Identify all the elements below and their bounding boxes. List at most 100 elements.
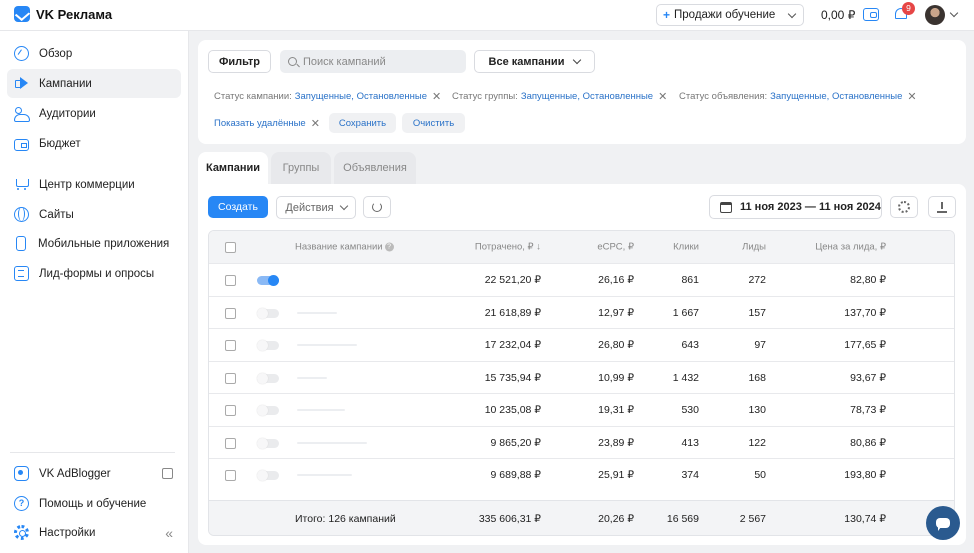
tab-campaigns[interactable]: Кампании	[198, 152, 268, 184]
row-checkbox[interactable]	[225, 372, 236, 384]
sidebar-item-adblogger[interactable]: VK AdBlogger	[7, 459, 181, 488]
campaign-toggle[interactable]	[257, 372, 279, 384]
total-spent: 335 606,31 ₽	[478, 513, 541, 525]
date-range-picker[interactable]: 11 ноя 2023 — 11 ноя 2024	[709, 195, 882, 219]
cell-ecpc: 25,91 ₽	[598, 469, 634, 481]
tab-groups[interactable]: Группы	[271, 152, 331, 184]
sidebar-item-lead-forms[interactable]: Лид-формы и опросы	[7, 259, 181, 288]
table-row[interactable]: 10 235,08 ₽ 19,31 ₽ 530 130 78,73 ₽	[209, 393, 954, 426]
create-button[interactable]: Создать	[208, 196, 268, 218]
campaign-toggle[interactable]	[257, 340, 279, 351]
column-header-spent[interactable]: Потрачено, ₽ ↓	[475, 242, 541, 253]
cell-clicks: 861	[681, 274, 699, 286]
campaign-name-redacted[interactable]	[297, 474, 352, 476]
row-checkbox[interactable]	[225, 437, 236, 449]
campaign-name-redacted[interactable]	[297, 409, 345, 411]
clear-filter-button[interactable]: Очистить	[402, 113, 465, 133]
campaign-scope-select[interactable]: Все кампании	[474, 50, 595, 73]
close-icon[interactable]: ✕	[658, 90, 667, 103]
sidebar-item-help[interactable]: ? Помощь и обучение	[7, 489, 181, 518]
sidebar-item-label: Обзор	[39, 47, 73, 60]
chevron-down-icon[interactable]	[949, 8, 959, 18]
account-selector[interactable]: + Продажи обучение	[656, 4, 804, 26]
search-input[interactable]: Поиск кампаний	[280, 50, 466, 73]
cell-ecpc: 26,80 ₽	[598, 339, 634, 351]
sidebar-item-label: VK AdBlogger	[39, 467, 111, 480]
sidebar-item-campaigns[interactable]: Кампании	[7, 69, 181, 98]
save-filter-button[interactable]: Сохранить	[329, 113, 396, 133]
row-checkbox[interactable]	[225, 307, 236, 319]
campaign-name-redacted[interactable]	[297, 376, 327, 379]
form-icon	[14, 266, 29, 281]
sidebar-divider	[10, 452, 175, 453]
table-row[interactable]: 9 689,88 ₽ 25,91 ₽ 374 50 193,80 ₽	[209, 458, 954, 491]
sidebar-item-overview[interactable]: Обзор	[7, 39, 181, 68]
campaign-toggle[interactable]	[257, 470, 279, 481]
balance[interactable]: 0,00 ₽	[821, 8, 855, 22]
chevron-down-icon	[573, 55, 582, 65]
campaign-name-redacted[interactable]	[297, 441, 367, 444]
cell-cpl: 177,65 ₽	[844, 339, 886, 351]
avatar[interactable]	[925, 5, 945, 25]
cart-icon	[14, 177, 29, 192]
megaphone-icon	[14, 76, 29, 91]
sidebar-item-audiences[interactable]: Аудитории	[7, 99, 181, 128]
sidebar-item-budget[interactable]: Бюджет	[7, 129, 181, 158]
sidebar-item-sites[interactable]: Сайты	[7, 200, 181, 229]
logo[interactable]: VK Реклама	[14, 6, 112, 22]
cell-cpl: 82,80 ₽	[850, 274, 886, 286]
sidebar-item-label: Центр коммерции	[39, 178, 135, 191]
close-icon[interactable]: ✕	[432, 90, 441, 103]
cell-ecpc: 12,97 ₽	[598, 306, 634, 319]
actions-dropdown[interactable]: Действия	[276, 196, 356, 219]
cell-spent: 10 235,08 ₽	[484, 404, 541, 416]
help-icon[interactable]: ?	[384, 242, 394, 252]
filter-chip-show-deleted[interactable]: Показать удалённые ✕	[214, 117, 320, 130]
sidebar-item-label: Кампании	[39, 77, 92, 90]
close-icon[interactable]: ✕	[311, 117, 320, 130]
campaign-name-redacted[interactable]	[297, 311, 337, 314]
cell-ecpc: 26,16 ₽	[598, 274, 634, 286]
wallet-icon[interactable]	[863, 8, 879, 21]
support-chat-button[interactable]	[926, 506, 960, 540]
vk-ads-logo-icon	[14, 6, 30, 22]
campaign-name-redacted[interactable]	[297, 344, 357, 346]
row-checkbox[interactable]	[225, 275, 236, 286]
refresh-button[interactable]	[363, 196, 391, 218]
gear-icon	[898, 201, 910, 213]
download-button[interactable]	[928, 196, 956, 218]
column-header-name[interactable]: Название кампании?	[295, 242, 394, 253]
notifications-button[interactable]: 9	[894, 2, 915, 22]
sidebar-item-mobile-apps[interactable]: Мобильные приложения	[7, 229, 181, 258]
campaigns-panel: Создать Действия 11 ноя 2023 — 11 ноя 20…	[198, 184, 966, 545]
row-checkbox[interactable]	[225, 340, 236, 351]
campaign-toggle[interactable]	[257, 405, 279, 416]
column-header-cpl[interactable]: Цена за лида, ₽	[815, 242, 886, 253]
collapse-sidebar-icon[interactable]: «	[165, 525, 173, 541]
row-checkbox[interactable]	[225, 470, 236, 481]
close-icon[interactable]: ✕	[907, 90, 916, 103]
sidebar-item-commerce[interactable]: Центр коммерции	[7, 170, 181, 199]
campaign-toggle[interactable]	[257, 275, 279, 286]
filter-chip-ad-status[interactable]: Статус объявления: Запущенные, Остановле…	[679, 90, 917, 103]
table-row[interactable]: 9 865,20 ₽ 23,89 ₽ 413 122 80,86 ₽	[209, 425, 954, 459]
table-row[interactable]: 15 735,94 ₽ 10,99 ₽ 1 432 168 93,67 ₽	[209, 360, 954, 394]
totals-label: Итого: 126 кампаний	[295, 513, 396, 525]
table-row[interactable]: 17 232,04 ₽ 26,80 ₽ 643 97 177,65 ₽	[209, 328, 954, 361]
sidebar-item-settings[interactable]: Настройки «	[7, 518, 181, 547]
campaign-toggle[interactable]	[257, 307, 279, 319]
column-header-leads[interactable]: Лиды	[742, 242, 766, 253]
column-header-clicks[interactable]: Клики	[673, 242, 699, 253]
table-row[interactable]: 22 521,20 ₽ 26,16 ₽ 861 272 82,80 ₽	[209, 263, 954, 296]
table-settings-button[interactable]	[890, 196, 918, 218]
select-all-checkbox[interactable]	[225, 242, 236, 253]
filter-chip-group-status[interactable]: Статус группы: Запущенные, Остановленные…	[452, 90, 667, 103]
table-row[interactable]: 21 618,89 ₽ 12,97 ₽ 1 667 157 137,70 ₽	[209, 295, 954, 329]
column-header-ecpc[interactable]: eCPC, ₽	[597, 242, 634, 253]
cell-clicks: 1 667	[672, 306, 699, 319]
campaign-toggle[interactable]	[257, 437, 279, 449]
filter-button[interactable]: Фильтр	[208, 50, 271, 73]
row-checkbox[interactable]	[225, 405, 236, 416]
tab-ads[interactable]: Объявления	[334, 152, 416, 184]
filter-chip-campaign-status[interactable]: Статус кампании: Запущенные, Остановленн…	[214, 90, 441, 103]
